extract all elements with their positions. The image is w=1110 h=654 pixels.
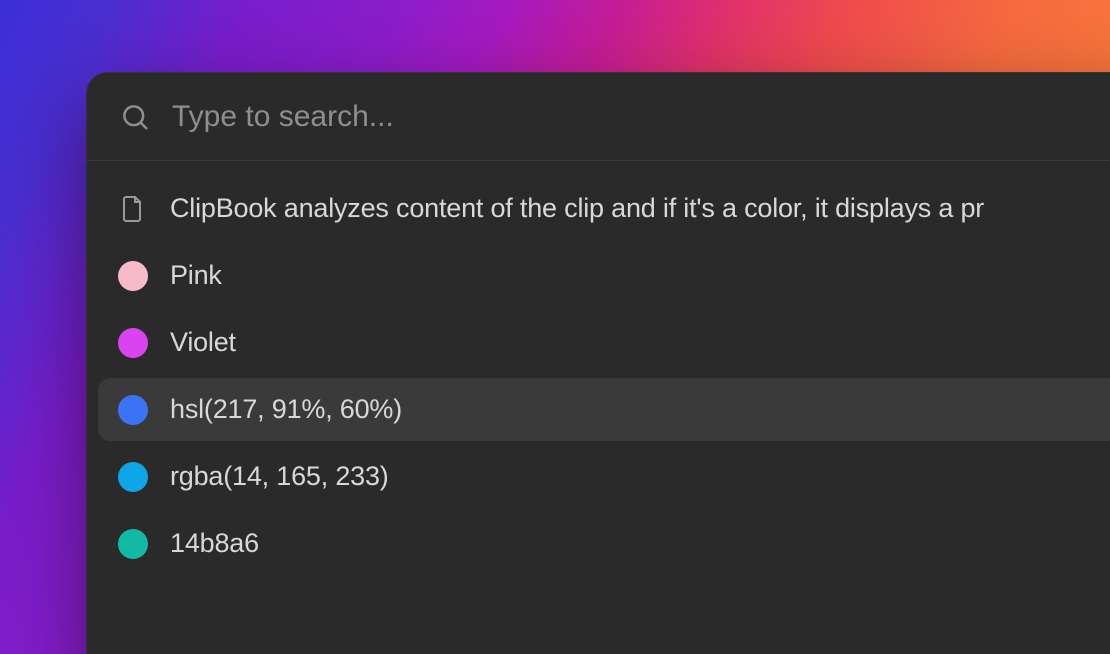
color-swatch [118, 328, 148, 358]
document-icon [121, 194, 145, 224]
desktop-wallpaper: ClipBook analyzes content of the clip an… [0, 0, 1110, 654]
color-swatch [118, 261, 148, 291]
clip-row-color[interactable]: 14b8a6 [98, 512, 1110, 575]
clip-label: rgba(14, 165, 233) [170, 461, 389, 492]
clip-row-text[interactable]: ClipBook analyzes content of the clip an… [98, 177, 1110, 240]
clip-label: Pink [170, 260, 222, 291]
clip-row-color[interactable]: hsl(217, 91%, 60%) [98, 378, 1110, 441]
clip-label: ClipBook analyzes content of the clip an… [170, 193, 984, 224]
color-swatch [118, 529, 148, 559]
search-input[interactable] [172, 100, 1110, 134]
clip-label: Violet [170, 327, 236, 358]
clip-row-color[interactable]: Violet [98, 311, 1110, 374]
color-swatch [118, 395, 148, 425]
clipbook-panel: ClipBook analyzes content of the clip an… [86, 72, 1110, 654]
search-icon [120, 102, 150, 132]
clip-row-color[interactable]: rgba(14, 165, 233) [98, 445, 1110, 508]
clip-list: ClipBook analyzes content of the clip an… [86, 161, 1110, 591]
clip-label: 14b8a6 [170, 528, 259, 559]
clip-row-color[interactable]: Pink [98, 244, 1110, 307]
search-row [86, 72, 1110, 161]
color-swatch [118, 462, 148, 492]
clip-label: hsl(217, 91%, 60%) [170, 394, 402, 425]
